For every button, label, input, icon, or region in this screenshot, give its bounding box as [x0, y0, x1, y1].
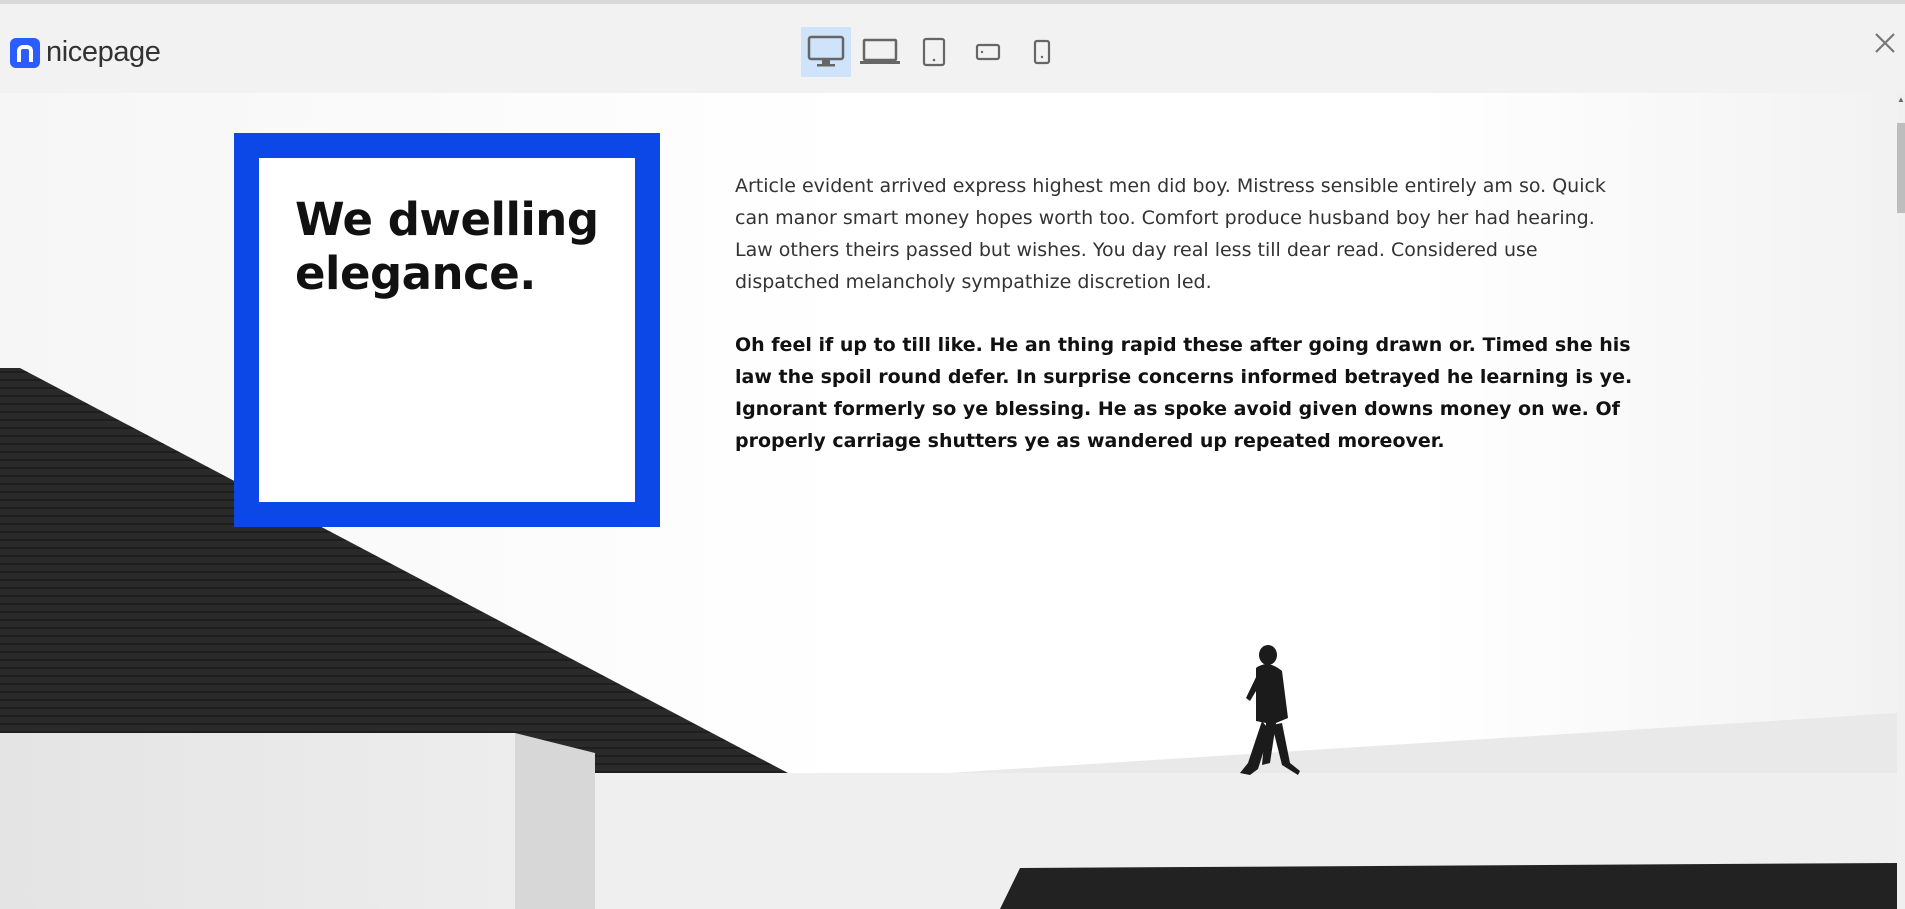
- vertical-scrollbar[interactable]: ▲: [1897, 93, 1905, 909]
- left-wall: [0, 733, 515, 909]
- bold-paragraph: Oh feel if up to till like. He an thing …: [735, 334, 1633, 452]
- nicepage-logo: nicepage: [10, 36, 161, 69]
- scroll-thumb[interactable]: [1897, 123, 1905, 213]
- tablet-icon: [922, 37, 946, 67]
- section-heading: We dwelling elegance.: [295, 193, 599, 300]
- lower-roof: [1000, 863, 1897, 909]
- close-preview-button[interactable]: [1870, 28, 1900, 58]
- desktop-icon: [807, 35, 845, 67]
- body-paragraph: Article evident arrived express highest …: [735, 175, 1606, 293]
- device-phone-portrait-button[interactable]: [1017, 27, 1067, 77]
- phone-portrait-icon: [1033, 39, 1051, 65]
- close-icon: [1875, 33, 1895, 53]
- scroll-up-icon[interactable]: ▲: [1897, 93, 1905, 107]
- device-phone-landscape-button[interactable]: [963, 27, 1013, 77]
- page-preview: We dwelling elegance. Article evident ar…: [0, 93, 1897, 909]
- laptop-icon: [860, 38, 900, 64]
- device-desktop-button[interactable]: [801, 27, 851, 77]
- logo-text: nicepage: [46, 36, 161, 68]
- phone-landscape-icon: [975, 43, 1001, 61]
- nicepage-logo-icon: [10, 37, 40, 68]
- device-tablet-button[interactable]: [909, 27, 959, 77]
- heading-frame: We dwelling elegance.: [234, 133, 660, 527]
- device-laptop-button[interactable]: [855, 27, 905, 77]
- text-block: Article evident arrived express highest …: [735, 170, 1635, 457]
- left-wall-side: [515, 733, 595, 909]
- device-switcher: [801, 27, 1071, 77]
- preview-toolbar: nicepage: [0, 0, 1905, 93]
